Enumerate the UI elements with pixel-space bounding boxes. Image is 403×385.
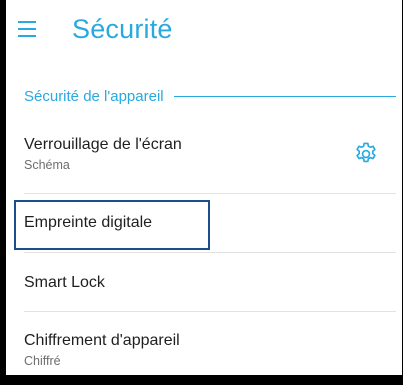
list-divider: [24, 311, 396, 312]
gear-icon: [356, 142, 376, 163]
settings-item-subtitle: Chiffré: [24, 354, 61, 368]
settings-item-title: Chiffrement d'appareil: [24, 332, 180, 349]
section-header-device-security: Sécurité de l'appareil: [24, 86, 396, 106]
hamburger-menu-icon[interactable]: [18, 20, 38, 38]
settings-screen: Sécurité Sécurité de l'appareil Verrouil…: [6, 0, 402, 375]
settings-item-title: Smart Lock: [24, 274, 105, 291]
screen-lock-settings-button[interactable]: [350, 138, 382, 170]
settings-item-subtitle: Schéma: [24, 158, 70, 172]
settings-item-title: Verrouillage de l'écran: [24, 136, 182, 153]
section-divider-line: [173, 95, 396, 97]
settings-item-fingerprint[interactable]: Empreinte digitale: [24, 214, 396, 232]
settings-item-title: Empreinte digitale: [24, 214, 153, 231]
settings-item-smart-lock[interactable]: Smart Lock: [24, 274, 396, 292]
app-header: Sécurité: [6, 0, 402, 66]
settings-item-screen-lock[interactable]: Verrouillage de l'écran Schéma: [24, 136, 396, 172]
settings-item-device-encryption[interactable]: Chiffrement d'appareil Chiffré: [24, 332, 396, 368]
list-divider: [24, 193, 396, 194]
page-title: Sécurité: [72, 14, 173, 44]
list-divider: [24, 252, 396, 253]
section-title: Sécurité de l'appareil: [24, 87, 164, 105]
